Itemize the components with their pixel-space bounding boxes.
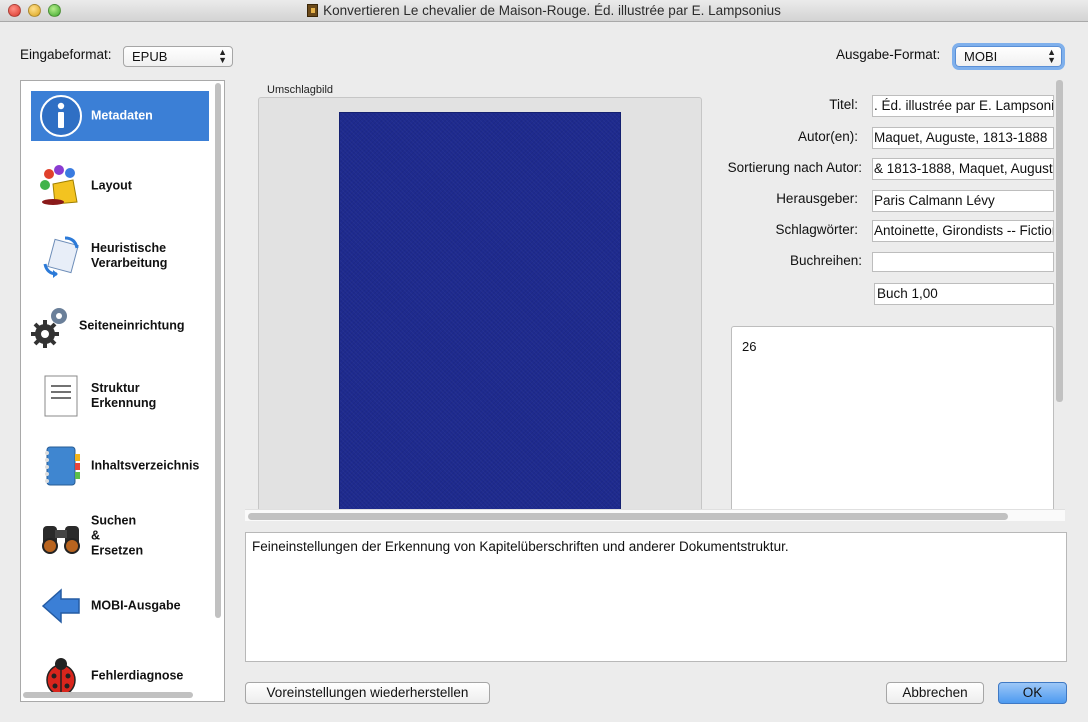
- input-format-label: Eingabeformat:: [20, 47, 112, 62]
- gears-icon: [31, 308, 67, 348]
- window-title: Konvertieren Le chevalier de Maison-Roug…: [323, 3, 781, 18]
- help-text: Feineinstellungen der Erkennung von Kapi…: [252, 539, 789, 554]
- title-field[interactable]: . Éd. illustrée par E. Lampsonius: [872, 95, 1054, 117]
- sidebar-item-heuristische-verarbeitung[interactable]: Heuristische Verarbeitung: [31, 231, 209, 281]
- form-vertical-scrollbar[interactable]: [1055, 80, 1065, 510]
- scroll-thumb[interactable]: [215, 83, 221, 618]
- document-icon: [44, 375, 78, 417]
- cancel-button[interactable]: Abbrechen: [886, 682, 984, 704]
- series-index-field[interactable]: Buch 1,00: [874, 283, 1054, 305]
- sidebar-item-label: Metadaten: [91, 108, 153, 123]
- comments-text: 26: [742, 339, 757, 354]
- scroll-thumb[interactable]: [248, 513, 1008, 520]
- author-field[interactable]: Maquet, Auguste, 1813-1888: [872, 127, 1054, 149]
- output-format-value: MOBI: [964, 49, 998, 64]
- author-label: Autor(en):: [797, 129, 858, 144]
- series-field[interactable]: [872, 252, 1054, 272]
- input-format-select[interactable]: EPUB ▲ ▼: [123, 46, 233, 67]
- heuristics-icon: [43, 236, 79, 278]
- sidebar-vertical-scrollbar[interactable]: [214, 83, 222, 683]
- sidebar-horizontal-scrollbar[interactable]: [23, 691, 213, 699]
- sidebar-item-mobi-ausgabe[interactable]: MOBI-Ausgabe: [31, 581, 209, 631]
- sidebar-item-seiteneinrichtung[interactable]: Seiteneinrichtung: [31, 301, 209, 351]
- cover-image[interactable]: [339, 112, 621, 512]
- comments-box[interactable]: 26: [731, 326, 1054, 516]
- notebook-icon: [45, 446, 80, 486]
- sidebar-item-label: Struktur Erkennung: [91, 381, 157, 410]
- palette-icon: [40, 165, 78, 205]
- series-label: Buchreihen:: [789, 253, 862, 268]
- sidebar: Metadaten Layout Heuristische Verarbeitu…: [20, 80, 225, 702]
- title-label: Titel:: [829, 97, 858, 112]
- select-arrows-icon: ▲ ▼: [218, 47, 227, 65]
- book-icon: [307, 4, 319, 17]
- publisher-label: Herausgeber:: [776, 191, 858, 206]
- arrow-left-icon: [41, 588, 80, 624]
- title-bar: Konvertieren Le chevalier de Maison-Roug…: [0, 0, 1088, 22]
- sidebar-item-label: Suchen & Ersetzen: [91, 513, 144, 558]
- binoculars-icon: [42, 526, 80, 554]
- output-format-select[interactable]: MOBI ▲ ▼: [955, 46, 1062, 67]
- sidebar-item-label: Inhaltsverzeichnis: [91, 458, 200, 473]
- sidebar-item-layout[interactable]: Layout: [31, 161, 209, 211]
- window-title-area: Konvertieren Le chevalier de Maison-Roug…: [0, 3, 1088, 18]
- info-icon: [40, 95, 82, 137]
- sidebar-item-metadaten[interactable]: Metadaten: [31, 91, 209, 141]
- sidebar-item-struktur-erkennung[interactable]: Struktur Erkennung: [31, 371, 209, 421]
- help-text-box: Feineinstellungen der Erkennung von Kapi…: [245, 532, 1067, 662]
- sidebar-item-label: Fehlerdiagnose: [91, 668, 184, 683]
- input-format-value: EPUB: [132, 49, 168, 64]
- tags-field[interactable]: Antoinette, Girondists -- Fiction: [872, 220, 1054, 242]
- ok-button[interactable]: OK: [998, 682, 1067, 704]
- author-sort-field[interactable]: & 1813-1888, Maquet, Auguste: [872, 158, 1054, 180]
- restore-defaults-button[interactable]: Voreinstellungen wiederherstellen: [245, 682, 490, 704]
- scroll-thumb[interactable]: [23, 692, 193, 698]
- sidebar-item-label: Seiteneinrichtung: [79, 318, 185, 333]
- author-sort-label: Sortierung nach Autor:: [727, 160, 862, 175]
- sidebar-item-label: Heuristische Verarbeitung: [91, 241, 168, 270]
- tags-label: Schlagwörter:: [775, 222, 858, 237]
- sidebar-item-label: MOBI-Ausgabe: [91, 598, 181, 613]
- cover-group-label: Umschlagbild: [267, 84, 334, 96]
- sidebar-item-suchen-ersetzen[interactable]: Suchen & Ersetzen: [31, 511, 209, 561]
- sidebar-item-inhaltsverzeichnis[interactable]: Inhaltsverzeichnis: [31, 441, 209, 491]
- output-format-label: Ausgabe-Format:: [836, 47, 941, 62]
- publisher-field[interactable]: Paris Calmann Lévy: [872, 190, 1054, 212]
- select-arrows-icon: ▲ ▼: [1047, 47, 1056, 65]
- form-horizontal-scrollbar[interactable]: [245, 509, 1065, 521]
- sidebar-item-label: Layout: [91, 178, 132, 193]
- scroll-thumb[interactable]: [1056, 80, 1063, 402]
